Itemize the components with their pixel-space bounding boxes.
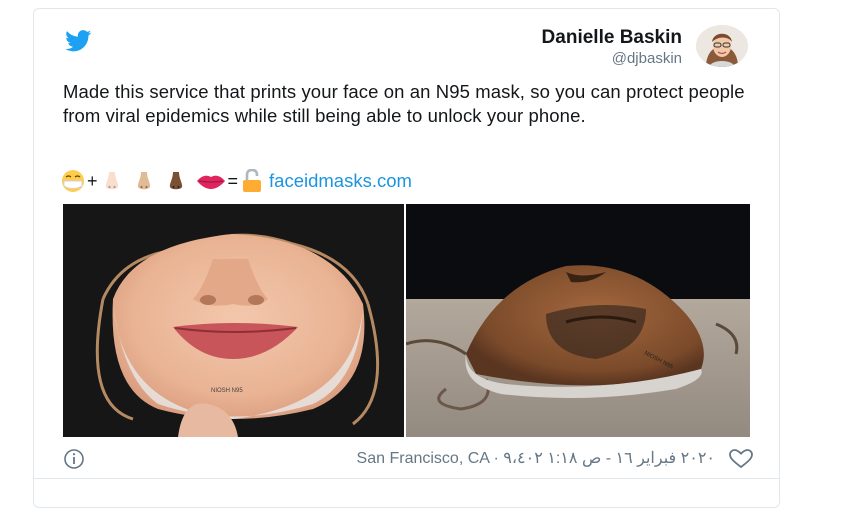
tweet-meta: San Francisco, CA · ٢٠٢٠ فبراير ١٦ - ص ١… [63,447,753,469]
divider [34,478,780,479]
nose-light-emoji-icon [105,172,118,190]
emoji-row: + = faceidmasks.com [61,168,412,194]
author-handle[interactable]: @djbaskin [542,50,682,67]
lips-emoji-icon [196,175,225,189]
twitter-bird-icon[interactable] [65,30,92,52]
avatar[interactable] [696,25,748,67]
nose-medium-emoji-icon [137,172,150,190]
mask-face-emoji-icon [62,170,84,192]
faceidmasks-link[interactable]: faceidmasks.com [269,170,412,192]
photo-left[interactable]: NIOSH N95 [63,204,404,437]
unlocked-icon [243,169,262,192]
author-name[interactable]: Danielle Baskin [542,27,682,49]
equals-sign: = [227,170,239,191]
heart-icon[interactable] [729,449,753,469]
meta-text: San Francisco, CA · ٢٠٢٠ فبراير ١٦ - ص ١… [356,450,715,467]
nose-dark-emoji-icon [169,172,182,190]
author-block[interactable]: Danielle Baskin @djbaskin [542,27,682,67]
info-icon[interactable] [63,448,85,470]
photo-right[interactable]: NIOSH N95 [406,204,750,437]
tweet-text: Made this service that prints your face … [63,81,745,126]
photo-left-label: NIOSH N95 [211,388,243,394]
plus-sign: + [87,170,98,191]
